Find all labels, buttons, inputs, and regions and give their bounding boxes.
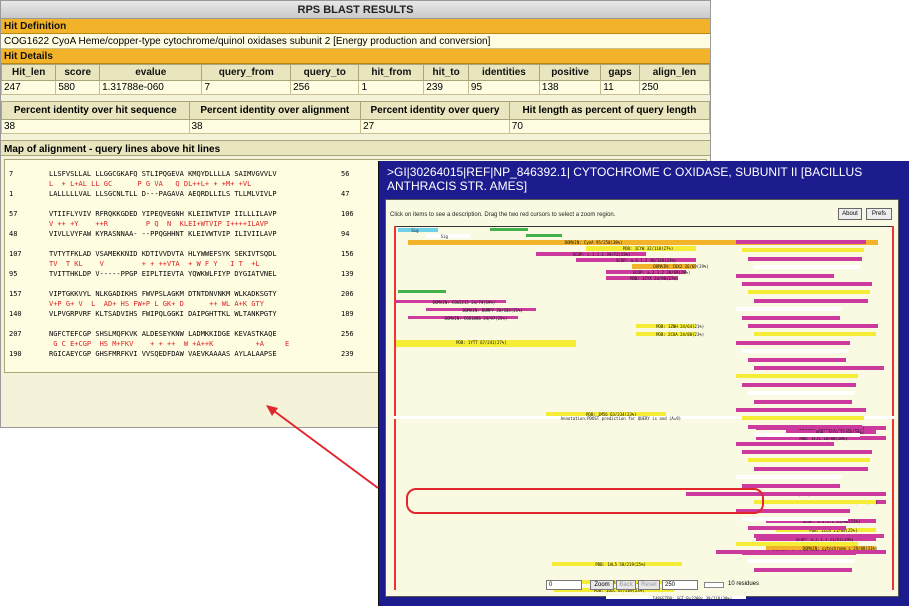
- annotation-arrow-line: [269, 407, 379, 489]
- highlight-ellipse: [406, 488, 764, 514]
- annotation-arrow-head: [266, 405, 278, 416]
- annotation-overlay: [266, 405, 379, 489]
